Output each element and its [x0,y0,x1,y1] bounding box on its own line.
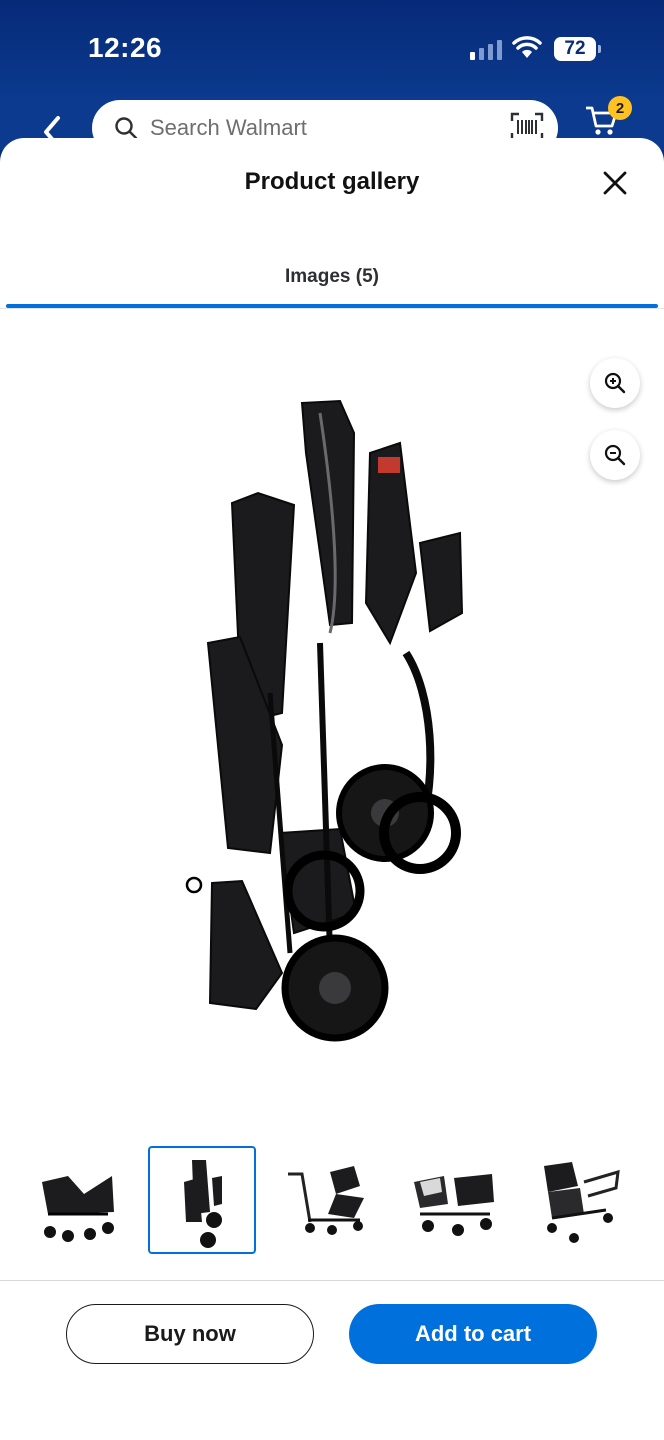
stroller-thumbnail-image [42,1176,114,1242]
thumbnail-strip [22,1146,642,1256]
battery-indicator: 72 [554,37,601,61]
close-button[interactable] [598,166,632,200]
stroller-thumbnail-image [184,1160,222,1248]
product-main-image[interactable] [170,393,480,1063]
zoom-out-button[interactable] [590,430,640,480]
stroller-thumbnail-image [288,1166,364,1235]
add-to-cart-button[interactable]: Add to cart [349,1304,597,1364]
footer-divider [0,1280,664,1281]
stroller-thumbnail-image [544,1162,620,1243]
product-gallery-sheet: Product gallery Images (5) Buy now Add t… [0,138,664,1440]
thumbnail-2[interactable] [148,1146,256,1254]
thumbnail-1[interactable] [22,1146,130,1254]
zoom-out-icon [604,444,626,466]
status-time: 12:26 [88,32,163,63]
wifi-icon [512,36,542,58]
close-icon [603,171,627,195]
stroller-thumbnail-image [414,1174,494,1236]
thumbnail-5[interactable] [526,1146,634,1254]
cart-count-badge: 2 [608,96,632,120]
buy-now-button[interactable]: Buy now [66,1304,314,1364]
search-icon [115,117,138,140]
tab-images[interactable]: Images (5) [0,266,664,288]
thumbnail-4[interactable] [400,1146,508,1254]
status-bar: 12:26 72 [0,0,664,100]
cellular-signal-icon [470,40,502,60]
zoom-in-icon [604,372,626,394]
sheet-title: Product gallery [244,168,420,195]
thumbnail-3[interactable] [274,1146,382,1254]
zoom-in-button[interactable] [590,358,640,408]
tab-divider [0,308,664,309]
